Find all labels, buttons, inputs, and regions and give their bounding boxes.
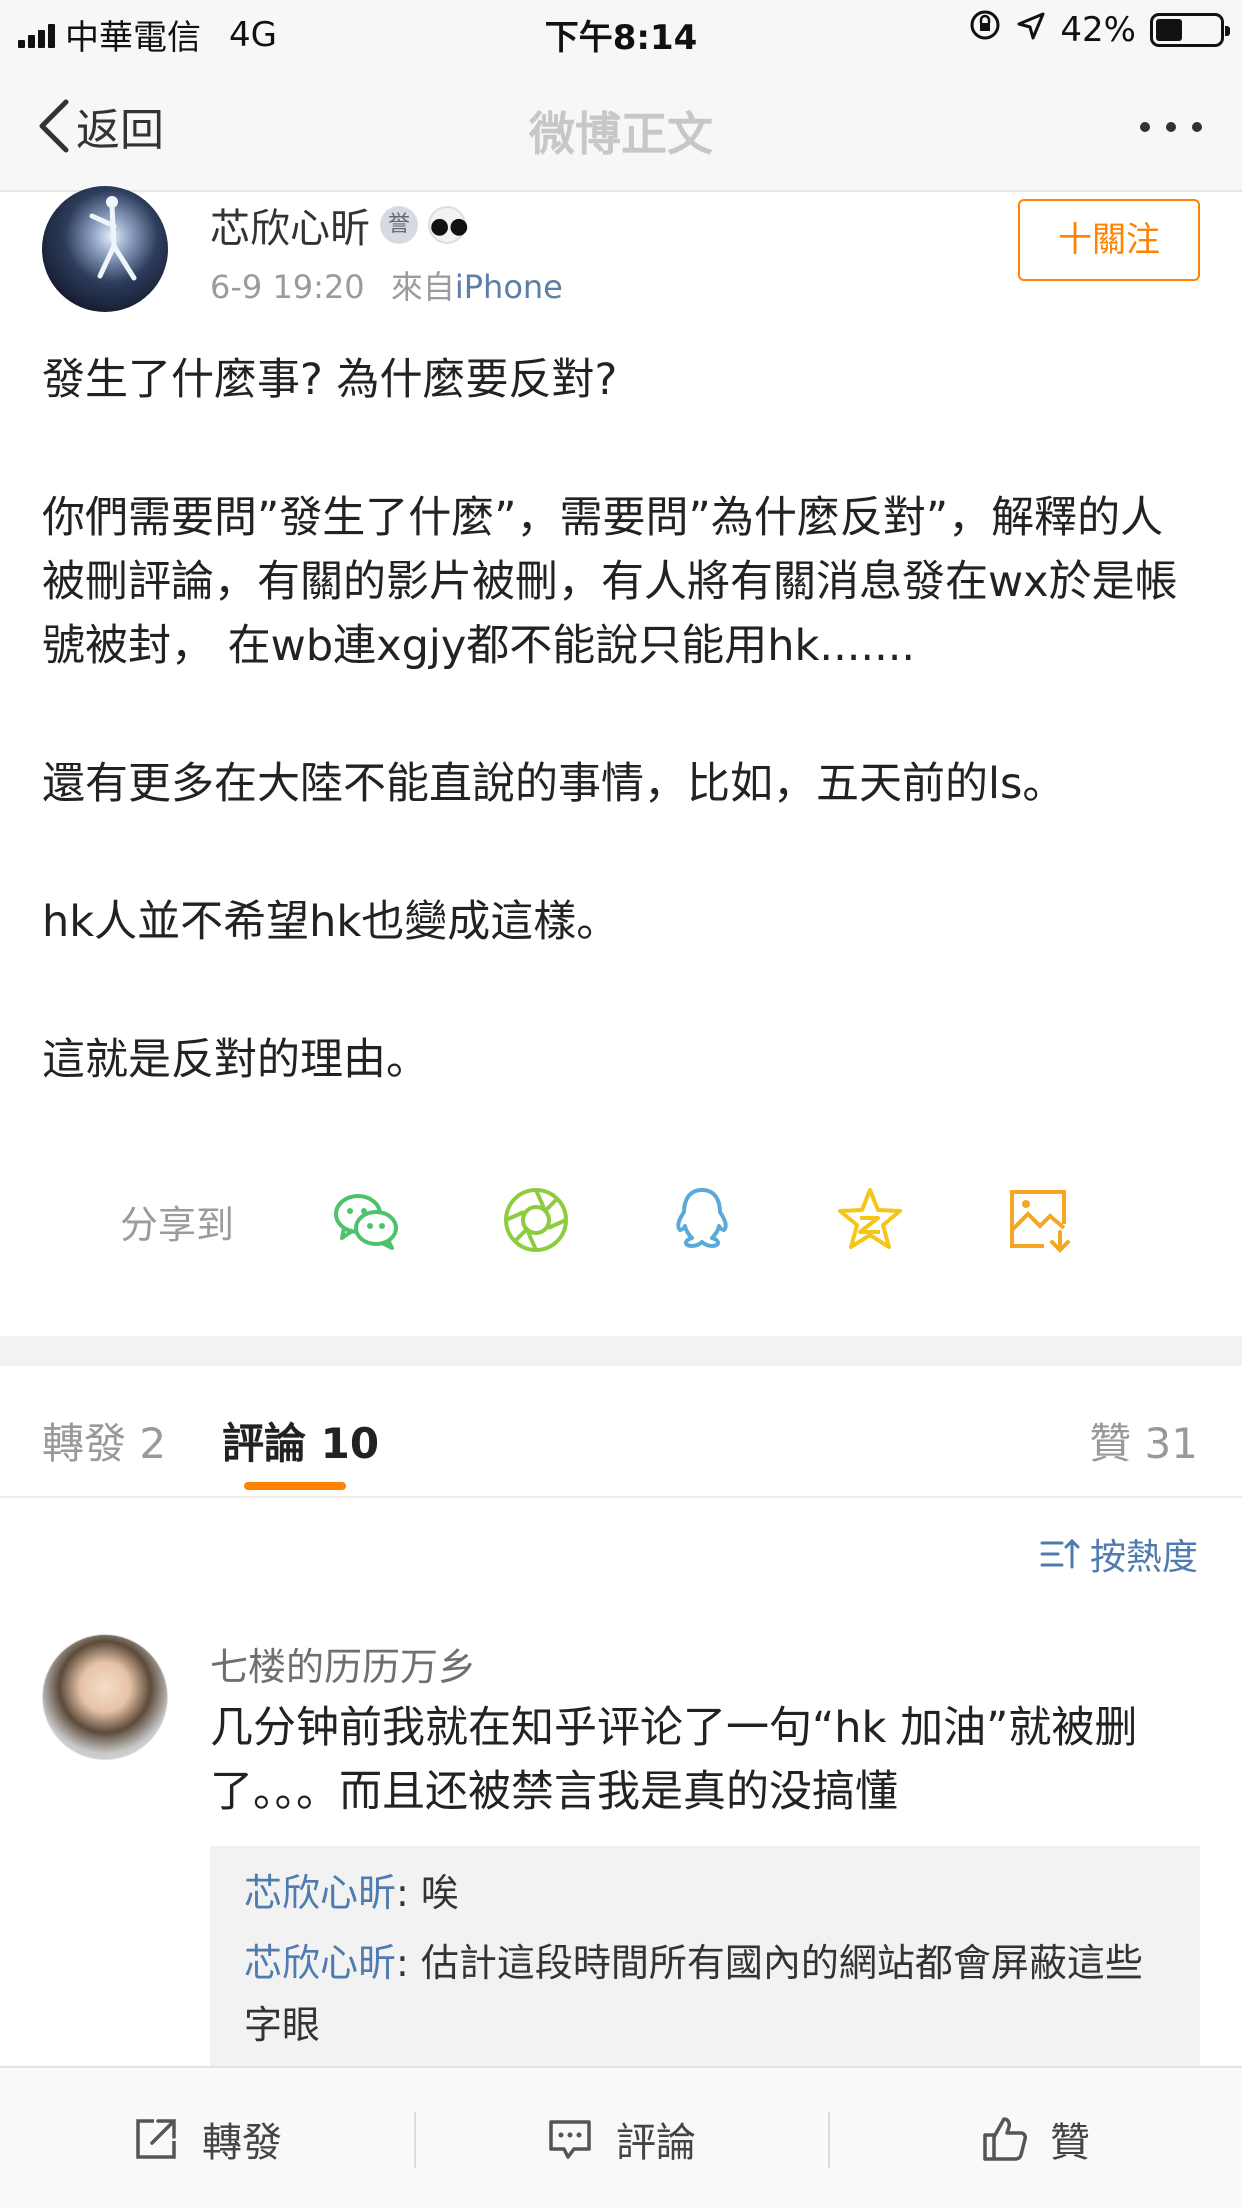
post-paragraph: 你們需要問”發生了什麼”，需要問”為什麼反對”，解釋的人被刪評論，有關的影片被刪… xyxy=(42,493,1178,671)
status-bar: 中華電信 4G 下午8:14 42% xyxy=(0,0,1242,64)
post-paragraph: 還有更多在大陸不能直說的事情，比如，五天前的ls。 xyxy=(42,759,1066,809)
bottom-toolbar: 轉發 評論 贊 xyxy=(0,2066,1242,2208)
commenter-avatar[interactable] xyxy=(42,1634,168,1760)
reply-text: : 唉 xyxy=(396,1871,459,1915)
active-tab-indicator xyxy=(244,1482,346,1490)
reply-author[interactable]: 芯欣心昕 xyxy=(244,1871,396,1915)
page-title: 微博正文 xyxy=(529,107,713,161)
battery-percent: 42% xyxy=(1060,9,1136,50)
post-timestamp: 6-9 19:20 xyxy=(210,268,365,306)
nav-bar: 返回 微博正文 xyxy=(0,64,1242,192)
wechat-icon[interactable] xyxy=(330,1184,402,1256)
tab-likes[interactable]: 贊 31 xyxy=(1089,1410,1198,1471)
more-options-icon[interactable] xyxy=(1140,122,1202,132)
post-source[interactable]: iPhone xyxy=(455,268,563,306)
post-meta: 6-9 19:20 來自iPhone xyxy=(210,262,563,308)
share-row: 分享到 xyxy=(0,1180,1242,1260)
post-body: 發生了什麼事? 為什麼要反對? 你們需要問”發生了什麼”，需要問”為什麼反對”，… xyxy=(42,348,1202,1092)
comment-button[interactable]: 評論 xyxy=(414,2068,828,2208)
tab-comments[interactable]: 評論 10 xyxy=(222,1410,379,1471)
author-name[interactable]: 芯欣心昕 xyxy=(210,196,370,254)
panda-badge-icon: ●● xyxy=(428,206,468,244)
share-label: 分享到 xyxy=(120,1203,235,1247)
follow-button[interactable]: 十關注 xyxy=(1018,199,1200,281)
medal-badge-icon: 誉 xyxy=(380,206,418,244)
comment-text: 几分钟前我就在知乎评论了一句“hk 加油”就被删了。。。而且还被禁言我是真的没搞… xyxy=(210,1703,1138,1817)
qzone-icon[interactable] xyxy=(834,1184,906,1256)
moments-icon[interactable] xyxy=(500,1184,572,1256)
comment-icon xyxy=(549,2120,591,2159)
like-button[interactable]: 贊 xyxy=(828,2068,1242,2208)
qq-icon[interactable] xyxy=(666,1184,738,1256)
sort-label: 按熱度 xyxy=(1089,1537,1198,1578)
post-paragraph: 發生了什麼事? 為什麼要反對? xyxy=(42,355,618,405)
thumbs-up-icon xyxy=(983,2117,1027,2161)
repost-label: 轉發 xyxy=(202,2120,282,2166)
battery-icon xyxy=(1150,12,1230,47)
tab-reposts[interactable]: 轉發 2 xyxy=(42,1410,166,1471)
sort-toggle[interactable]: 按熱度 xyxy=(1040,1528,1198,1580)
reply-item[interactable]: 芯欣心昕: 估計這段時間所有國內的網站都會屏蔽這些字眼 xyxy=(244,1932,1166,2056)
commenter-name[interactable]: 七楼的历历万乡 xyxy=(210,1636,476,1691)
rotation-lock-icon xyxy=(968,8,1002,51)
reply-author[interactable]: 芯欣心昕 xyxy=(244,1941,396,1985)
section-divider xyxy=(0,1336,1242,1366)
location-icon xyxy=(1016,10,1046,50)
author-avatar[interactable] xyxy=(42,186,168,312)
save-image-icon[interactable] xyxy=(1004,1184,1076,1256)
repost-button[interactable]: 轉發 xyxy=(0,2068,414,2208)
repost-icon xyxy=(136,2119,176,2159)
post-paragraph: hk人並不希望hk也變成這樣。 xyxy=(42,897,620,947)
sort-icon xyxy=(1040,1538,1080,1569)
post-paragraph: 這就是反對的理由。 xyxy=(42,1035,429,1085)
reply-thread[interactable]: 芯欣心昕: 唉 芯欣心昕: 估計這段時間所有國內的網站都會屏蔽這些字眼 xyxy=(210,1846,1200,2066)
status-right: 42% xyxy=(968,8,1230,51)
comment-label: 評論 xyxy=(616,2120,696,2166)
interaction-tabs: 轉發 2 評論 10 贊 31 xyxy=(0,1366,1242,1498)
like-label: 贊 xyxy=(1050,2120,1090,2166)
reply-item[interactable]: 芯欣心昕: 唉 xyxy=(244,1862,1166,1924)
author-name-row[interactable]: 芯欣心昕 誉 ●● xyxy=(210,196,468,254)
source-prefix: 來自 xyxy=(390,268,455,306)
